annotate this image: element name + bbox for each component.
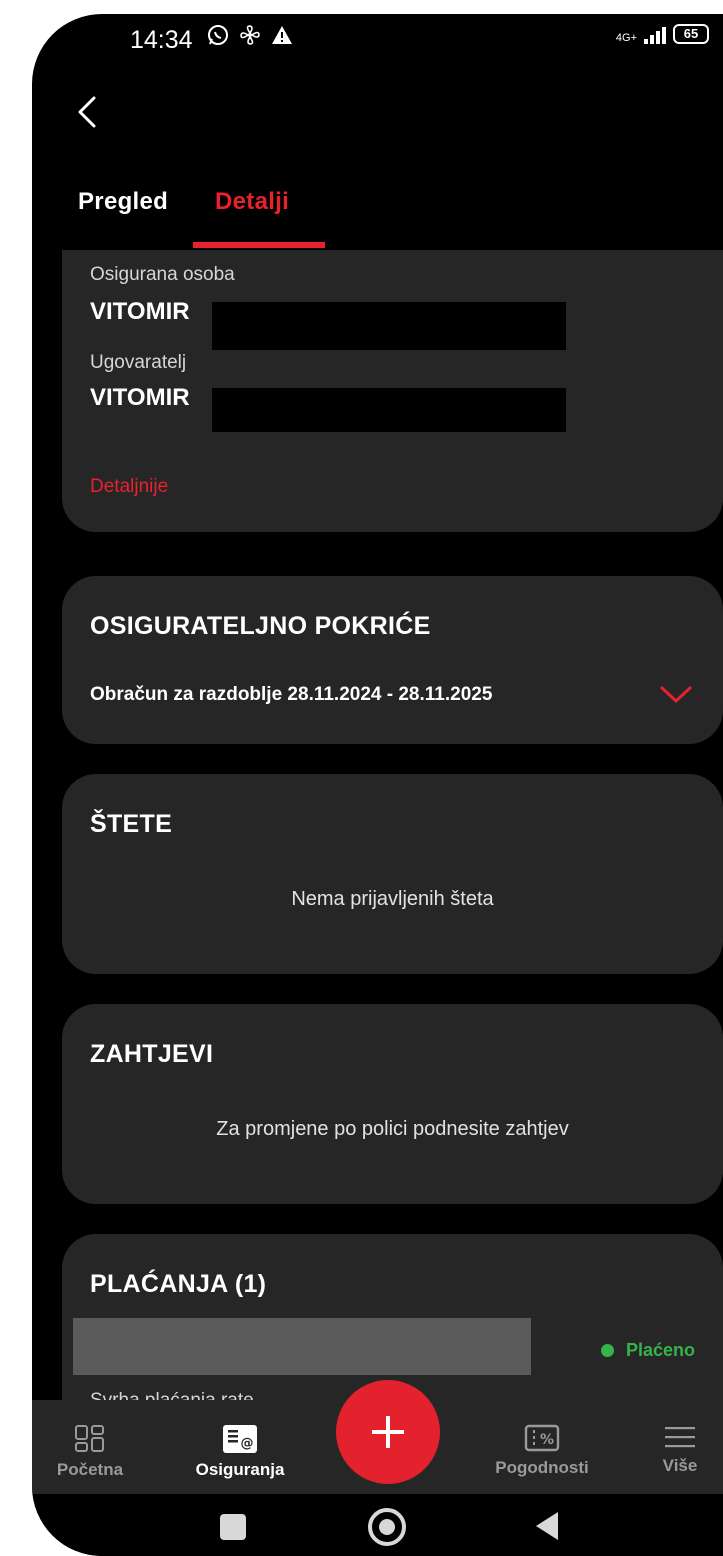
- coverage-title: OSIGURATELJNO POKRIĆE: [90, 612, 431, 640]
- status-time: 14:34: [130, 26, 193, 54]
- payment-purpose-label: Svrha plaćanja rate: [90, 1390, 254, 1400]
- chevron-down-icon[interactable]: [659, 684, 693, 706]
- coverage-card[interactable]: OSIGURATELJNO POKRIĆE Obračun za razdobl…: [62, 576, 723, 744]
- battery-icon: 65: [673, 24, 709, 44]
- nav-label-pogodnosti: Pogodnosti: [495, 1458, 589, 1477]
- nav-item-vise[interactable]: Više: [640, 1400, 720, 1476]
- svg-text:@: @: [241, 1436, 254, 1451]
- active-tab-indicator: [193, 242, 325, 248]
- payments-title: PLAĆANJA (1): [90, 1270, 267, 1298]
- redacted-box: [212, 302, 566, 350]
- signal-icon: [644, 27, 666, 44]
- coverage-period: Obračun za razdoblje 28.11.2024 - 28.11.…: [90, 684, 493, 705]
- status-dot-icon: [600, 1344, 614, 1357]
- nav-item-osiguranja[interactable]: @ Osiguranja: [172, 1400, 308, 1480]
- discount-ticket-icon: %: [524, 1424, 560, 1452]
- nav-item-pocetna[interactable]: Početna: [32, 1400, 148, 1480]
- payments-card[interactable]: PLAĆANJA (1) Plaćeno Svrha plaćanja rate: [62, 1234, 723, 1400]
- svg-text:%: %: [540, 1432, 554, 1448]
- claims-card: ŠTETE Nema prijavljenih šteta: [62, 774, 723, 974]
- payment-status: Plaćeno: [600, 1340, 695, 1361]
- hamburger-menu-icon: [665, 1427, 695, 1448]
- nav-label-vise: Više: [662, 1456, 698, 1475]
- requests-text: Za promjene po polici podnesite zahtjev: [216, 1118, 569, 1140]
- warning-icon: [272, 26, 292, 44]
- payment-status-label: Plaćeno: [625, 1340, 695, 1360]
- tab-detalji[interactable]: Detalji: [215, 188, 289, 216]
- policy-parties-card: Osigurana osoba VITOMIR Ugovaratelj VITO…: [62, 250, 723, 532]
- plus-icon: [372, 1416, 404, 1448]
- phone-screen: 14:34 4G+ 65 Pregled Detalji Osigurana o…: [32, 14, 723, 1556]
- home-button[interactable]: [368, 1508, 406, 1546]
- back-arrow-icon[interactable]: [70, 92, 106, 132]
- contractor-value: VITOMIR: [90, 384, 190, 411]
- document-mail-icon: @: [223, 1425, 257, 1453]
- status-right-icons: 4G+ 65: [616, 24, 709, 44]
- home-dot: [379, 1519, 395, 1535]
- requests-title: ZAHTJEVI: [90, 1040, 214, 1068]
- contractor-label: Ugovaratelj: [90, 352, 187, 373]
- claims-title: ŠTETE: [90, 810, 173, 838]
- whatsapp-icon: [208, 25, 228, 45]
- insured-person-label: Osigurana osoba: [90, 264, 235, 285]
- system-navigation-bar: [32, 1494, 723, 1556]
- back-triangle-icon[interactable]: [532, 1510, 562, 1542]
- status-bar: 14:34 4G+ 65: [32, 14, 723, 64]
- insured-person-value: VITOMIR: [90, 298, 190, 325]
- claims-empty-text: Nema prijavljenih šteta: [291, 888, 494, 910]
- network-type: 4G+: [615, 32, 637, 44]
- tab-pregled[interactable]: Pregled: [78, 188, 168, 216]
- nav-label-pocetna: Početna: [56, 1460, 124, 1479]
- redacted-box: [73, 1318, 531, 1375]
- recents-button[interactable]: [220, 1514, 246, 1540]
- nav-item-pogodnosti[interactable]: % Pogodnosti: [472, 1400, 612, 1478]
- status-notification-icons: [207, 24, 293, 46]
- nav-label-osiguranja: Osiguranja: [195, 1460, 285, 1479]
- requests-card[interactable]: ZAHTJEVI Za promjene po polici podnesite…: [62, 1004, 723, 1204]
- grid-icon: [75, 1425, 104, 1452]
- add-button[interactable]: [336, 1380, 440, 1484]
- details-scroll-area[interactable]: Osigurana osoba VITOMIR Ugovaratelj VITO…: [32, 250, 723, 1400]
- details-link[interactable]: Detaljnije: [90, 476, 168, 498]
- fan-icon: [240, 25, 260, 45]
- redacted-box: [212, 388, 566, 432]
